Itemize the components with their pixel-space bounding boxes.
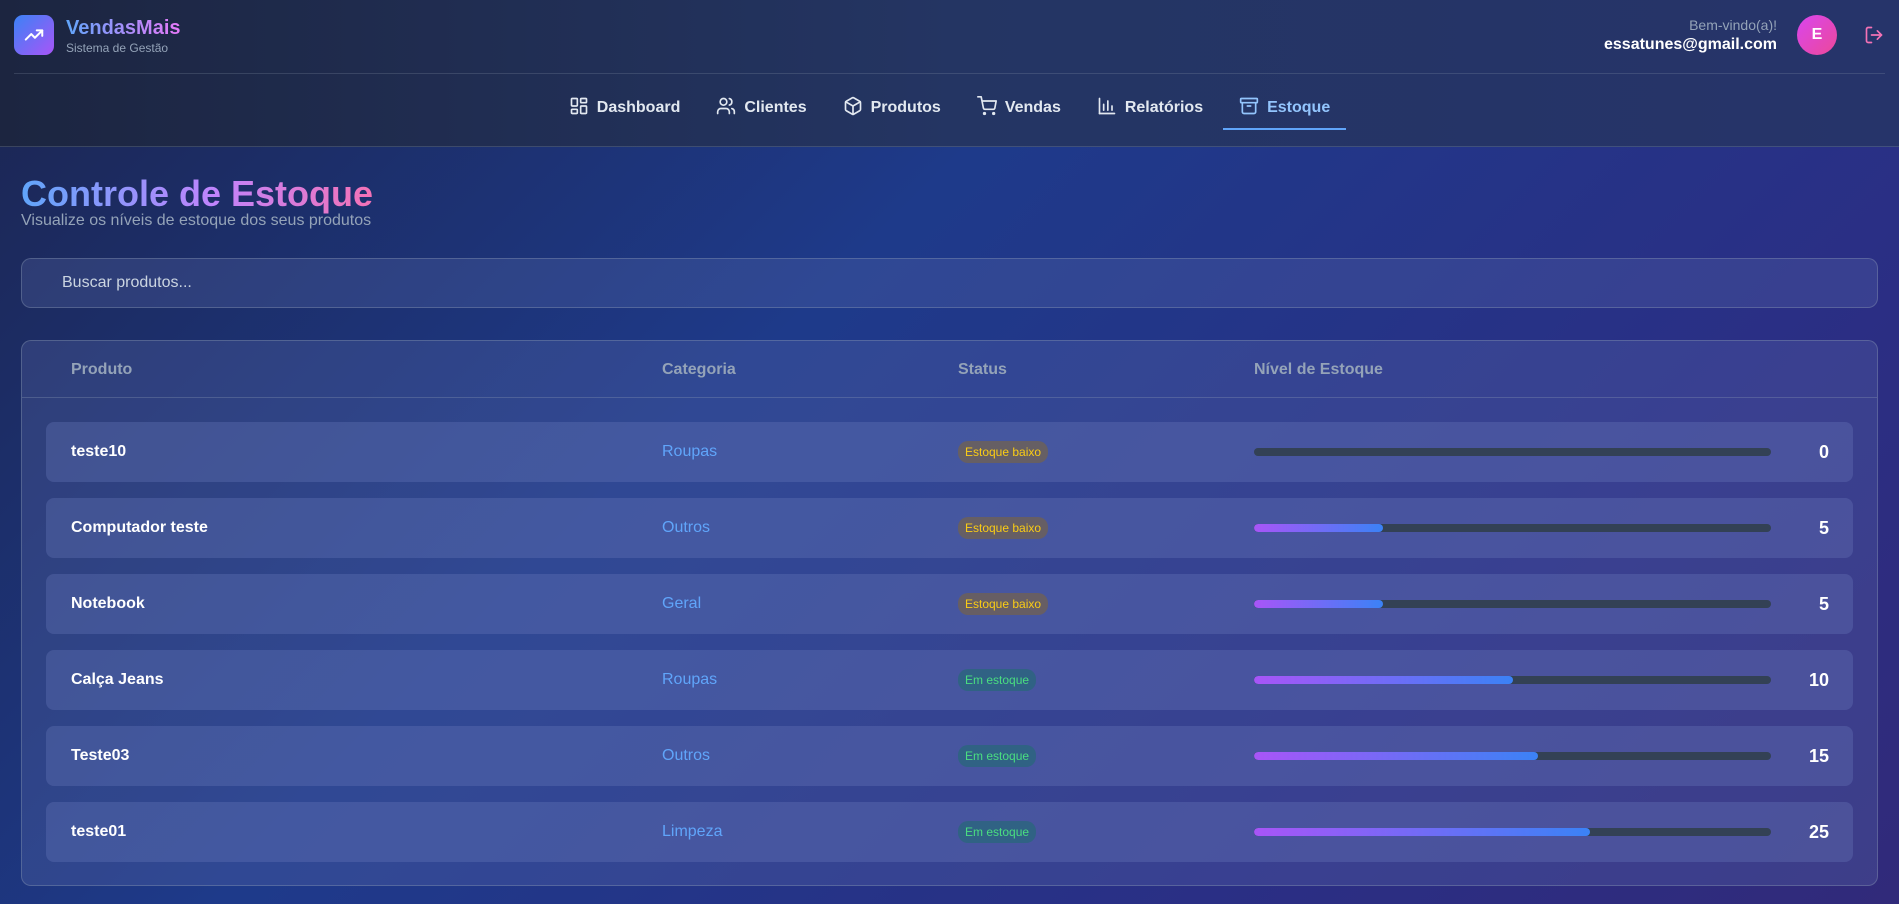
stock-bar-track xyxy=(1254,828,1771,836)
nav-relatorios[interactable]: Relatórios xyxy=(1081,88,1219,128)
product-name: Teste03 xyxy=(71,747,130,764)
user-area: Bem-vindo(a)! essatunes@gmail.com E xyxy=(1604,15,1885,55)
archive-icon xyxy=(1239,96,1259,121)
page-subtitle: Visualize os níveis de estoque dos seus … xyxy=(21,212,372,229)
product-category: Geral xyxy=(662,595,702,612)
trending-up-icon xyxy=(14,15,54,55)
stock-quantity: 10 xyxy=(1808,669,1829,690)
stock-bar-track xyxy=(1254,600,1771,608)
brand-title: VendasMais xyxy=(66,16,181,39)
status-badge: Em estoque xyxy=(958,745,1037,767)
stock-bar-fill xyxy=(1254,828,1591,836)
status-badge: Estoque baixo xyxy=(958,593,1049,615)
product-category: Roupas xyxy=(662,671,718,688)
status-badge: Em estoque xyxy=(958,669,1037,691)
table-body: teste10 Roupas Estoque baixo 0 Computado… xyxy=(22,398,1877,862)
nav-produtos-label: Produtos xyxy=(870,99,941,116)
top-header: VendasMais Sistema de Gestão Bem-vindo(a… xyxy=(0,0,1899,147)
header-divider xyxy=(14,73,1885,74)
table-row[interactable]: Notebook Geral Estoque baixo 5 xyxy=(46,574,1853,634)
nav-vendas[interactable]: Vendas xyxy=(961,88,1077,128)
logout-icon[interactable] xyxy=(1863,24,1885,46)
avatar[interactable]: E xyxy=(1797,15,1837,55)
nav-clientes-label: Clientes xyxy=(744,99,807,116)
brand-subtitle: Sistema de Gestão xyxy=(66,40,169,55)
table-header: Produto Categoria Status Nível de Estoqu… xyxy=(22,341,1877,398)
table-row[interactable]: teste01 Limpeza Em estoque 25 xyxy=(46,802,1853,862)
page-title: Controle de Estoque xyxy=(21,173,374,214)
search-box[interactable] xyxy=(21,258,1878,308)
stock-bar-fill xyxy=(1254,600,1384,608)
brand[interactable]: VendasMais Sistema de Gestão xyxy=(14,15,181,55)
users-icon xyxy=(716,96,736,121)
table-row[interactable]: Teste03 Outros Em estoque 15 xyxy=(46,726,1853,786)
stock-level xyxy=(1254,650,1771,710)
stock-quantity: 5 xyxy=(1818,593,1829,614)
stock-level xyxy=(1254,574,1771,634)
welcome-text: Bem-vindo(a)! xyxy=(1689,16,1777,33)
status-badge: Em estoque xyxy=(958,821,1037,843)
header-nivel: Nível de Estoque xyxy=(1254,361,1383,378)
nav-vendas-label: Vendas xyxy=(1004,99,1061,116)
product-name: teste10 xyxy=(71,443,127,460)
product-category: Roupas xyxy=(662,443,718,460)
box-icon xyxy=(843,96,863,121)
stock-bar-track xyxy=(1254,448,1771,456)
header-categoria: Categoria xyxy=(662,361,736,378)
product-name: Notebook xyxy=(71,595,145,612)
cart-icon xyxy=(976,95,997,121)
header-status: Status xyxy=(958,361,1007,378)
nav-dashboard[interactable]: Dashboard xyxy=(553,88,697,128)
stock-level xyxy=(1254,726,1771,786)
stock-quantity: 15 xyxy=(1808,745,1829,766)
stock-quantity: 5 xyxy=(1818,517,1829,538)
stock-table: Produto Categoria Status Nível de Estoqu… xyxy=(21,340,1878,886)
stock-bar-fill xyxy=(1254,524,1384,532)
stock-quantity: 25 xyxy=(1808,821,1829,842)
stock-bar-track xyxy=(1254,752,1771,760)
nav-clientes[interactable]: Clientes xyxy=(700,88,822,128)
table-row[interactable]: teste10 Roupas Estoque baixo 0 xyxy=(46,422,1853,482)
product-category: Limpeza xyxy=(662,823,723,840)
product-category: Outros xyxy=(662,747,711,764)
status-badge: Estoque baixo xyxy=(958,441,1049,463)
stock-level xyxy=(1254,422,1771,482)
stock-quantity: 0 xyxy=(1818,441,1829,462)
bar-chart-icon xyxy=(1097,96,1117,121)
nav-produtos[interactable]: Produtos xyxy=(827,88,957,128)
table-row[interactable]: Calça Jeans Roupas Em estoque 10 xyxy=(46,650,1853,710)
stock-bar-fill xyxy=(1254,676,1513,684)
product-category: Outros xyxy=(662,519,711,536)
stock-bar-fill xyxy=(1254,752,1539,760)
nav-estoque[interactable]: Estoque xyxy=(1223,88,1347,130)
product-name: Calça Jeans xyxy=(71,671,164,688)
product-name: teste01 xyxy=(71,823,127,840)
dashboard-icon xyxy=(569,96,589,121)
stock-bar-track xyxy=(1254,524,1771,532)
header-produto: Produto xyxy=(71,361,133,378)
table-row[interactable]: Computador teste Outros Estoque baixo 5 xyxy=(46,498,1853,558)
nav-estoque-label: Estoque xyxy=(1267,99,1331,116)
user-email: essatunes@gmail.com xyxy=(1604,35,1777,53)
product-name: Computador teste xyxy=(71,519,208,536)
search-input[interactable] xyxy=(62,274,1877,292)
stock-bar-track xyxy=(1254,676,1771,684)
nav-relatorios-label: Relatórios xyxy=(1124,99,1204,116)
stock-level xyxy=(1254,498,1771,558)
stock-level xyxy=(1254,802,1771,862)
main-content: Controle de Estoque Visualize os níveis … xyxy=(21,147,1878,886)
nav-dashboard-label: Dashboard xyxy=(596,99,681,116)
main-nav: Dashboard Clientes Produtos Vendas Relat… xyxy=(0,88,1899,130)
status-badge: Estoque baixo xyxy=(958,517,1049,539)
